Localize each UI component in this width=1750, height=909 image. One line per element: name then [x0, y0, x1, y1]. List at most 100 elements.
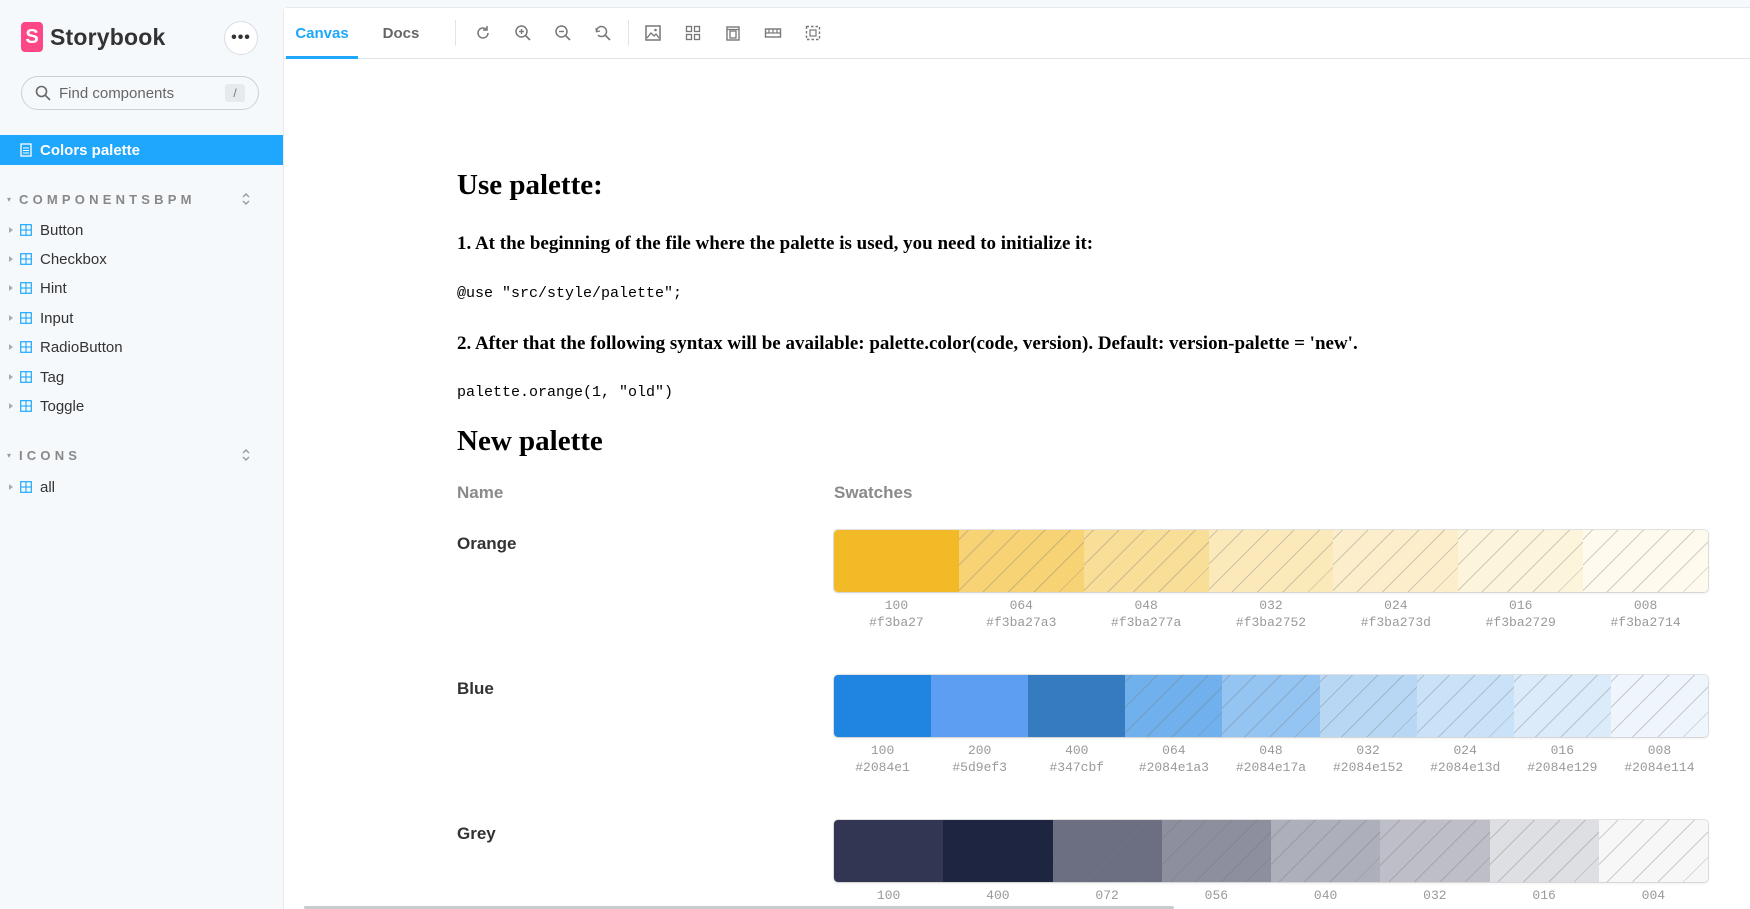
- component-icon: [20, 253, 32, 265]
- swatch-label: 048 #2084e17a: [1222, 742, 1319, 776]
- storybook-logo-icon: S: [21, 22, 43, 52]
- swatch-label: 004: [1599, 887, 1708, 904]
- swatch-code: 400: [986, 888, 1010, 903]
- caret-right-icon: [9, 256, 13, 262]
- color-swatch: [1333, 530, 1459, 592]
- zoom-out-button[interactable]: [553, 23, 573, 43]
- caret-right-icon: [9, 227, 13, 233]
- search-input[interactable]: Find components /: [21, 76, 259, 110]
- step-2-text: 2. After that the following syntax will …: [457, 333, 1358, 354]
- swatch-label: 400 #347cbf: [1028, 742, 1125, 776]
- component-icon: [20, 371, 32, 383]
- color-swatch: [1028, 675, 1126, 737]
- measure-button[interactable]: [763, 23, 783, 43]
- color-swatch: [1513, 675, 1611, 737]
- swatch-label: 064 #f3ba27a3: [959, 597, 1084, 631]
- swatch-code: 064: [1162, 743, 1186, 758]
- color-swatch: [1458, 530, 1584, 592]
- caret-right-icon: [9, 315, 13, 321]
- sidebar-item-label: Hint: [40, 279, 67, 297]
- swatch-hex: #2084e129: [1527, 760, 1598, 775]
- tab-docs[interactable]: Docs: [374, 8, 428, 58]
- zoom-reset-icon: [595, 25, 611, 41]
- caret-right-icon: [9, 484, 13, 490]
- more-options-icon: •••: [231, 29, 251, 46]
- caret-down-icon: ▾: [7, 194, 12, 204]
- sidebar-item-radiobutton[interactable]: RadioButton: [0, 334, 284, 360]
- swatch-hex: #f3ba2714: [1610, 615, 1681, 630]
- sidebar-item-colors-palette[interactable]: Colors palette: [0, 135, 284, 165]
- sidebar-menu-button[interactable]: •••: [224, 21, 258, 55]
- swatch-code: 008: [1633, 598, 1658, 613]
- swatch-labels-orange: 100 #f3ba27 064 #f3ba27a3 048 #f3ba277a 032…: [834, 597, 1708, 631]
- color-swatch: [1083, 530, 1209, 592]
- color-swatch: [1222, 675, 1320, 737]
- caret-right-icon: [9, 344, 13, 350]
- caret-right-icon: [9, 403, 13, 409]
- tab-canvas[interactable]: Canvas: [286, 8, 358, 59]
- zoom-in-button[interactable]: [513, 23, 533, 43]
- swatch-label: 072: [1053, 887, 1162, 904]
- outline-button[interactable]: [803, 23, 823, 43]
- sidebar-item-tag[interactable]: Tag: [0, 364, 284, 390]
- heading-use-palette: Use palette:: [457, 169, 603, 201]
- swatch-hex: #f3ba2729: [1485, 615, 1556, 630]
- swatch-hex: #f3ba273d: [1360, 615, 1431, 630]
- swatch-hex: #5d9ef3: [952, 760, 1007, 775]
- swatch-code: 040: [1313, 888, 1338, 903]
- sidebar-item-button[interactable]: Button: [0, 217, 284, 243]
- sidebar-item-all[interactable]: all: [0, 474, 284, 500]
- color-swatch: [1208, 530, 1334, 592]
- color-swatch: [834, 530, 959, 592]
- storybook-brand[interactable]: S Storybook: [21, 22, 166, 52]
- grid-button[interactable]: [683, 23, 703, 43]
- search-icon: [35, 85, 51, 101]
- grid-icon: [685, 25, 701, 41]
- color-swatch: [1610, 675, 1708, 737]
- swatch-code: 016: [1550, 743, 1575, 758]
- swatch-hex: #f3ba27: [869, 615, 924, 630]
- swatch-hex: #347cbf: [1049, 760, 1105, 775]
- toolbar-divider: [628, 20, 629, 46]
- swatch-bar-orange: [834, 530, 1708, 592]
- sidebar-item-toggle[interactable]: Toggle: [0, 393, 284, 419]
- swatch-label: 040: [1271, 887, 1380, 904]
- expand-collapse-icon[interactable]: [240, 447, 252, 463]
- main-panel: Canvas Docs Use palette: 1. At the begin…: [284, 8, 1750, 909]
- swatch-label: 048 #f3ba277a: [1084, 597, 1209, 631]
- column-header-name: Name: [457, 483, 504, 502]
- swatch-code: 056: [1204, 888, 1229, 903]
- color-swatch: [834, 820, 944, 882]
- sidebar: S Storybook ••• Find components / Colors…: [0, 0, 284, 909]
- swatch-code: 008: [1647, 743, 1672, 758]
- swatch-label: 100 #2084e1: [834, 742, 931, 776]
- swatch-code: 400: [1065, 743, 1089, 758]
- sidebar-item-label: Toggle: [40, 397, 85, 415]
- heading-new-palette: New palette: [457, 425, 603, 457]
- palette-name-orange: Orange: [457, 534, 517, 553]
- background-button[interactable]: [643, 23, 663, 43]
- sidebar-item-input[interactable]: Input: [0, 305, 284, 331]
- sidebar-item-hint[interactable]: Hint: [0, 275, 284, 301]
- measure-icon: [764, 28, 782, 38]
- color-swatch: [1319, 675, 1417, 737]
- color-swatch: [1489, 820, 1599, 882]
- swatch-label: 016 #f3ba2729: [1458, 597, 1583, 631]
- swatch-label: 100: [834, 887, 943, 904]
- reload-button[interactable]: [473, 23, 493, 43]
- swatch-hex: #2084e114: [1624, 760, 1695, 775]
- swatch-label: 008 #f3ba2714: [1583, 597, 1708, 631]
- swatch-code: 200: [967, 743, 992, 758]
- sidebar-item-label: RadioButton: [40, 338, 123, 356]
- expand-collapse-icon[interactable]: [240, 191, 252, 207]
- palette-name-blue: Blue: [457, 679, 494, 698]
- component-icon: [20, 481, 32, 493]
- swatch-code: 016: [1532, 888, 1556, 903]
- sidebar-item-checkbox[interactable]: Checkbox: [0, 246, 284, 272]
- viewport-button[interactable]: [723, 23, 743, 43]
- zoom-reset-button[interactable]: [593, 23, 613, 43]
- sidebar-group-componentsbpm[interactable]: ▾ COMPONENTSBPM: [0, 187, 284, 211]
- sidebar-item-label: Colors palette: [40, 141, 141, 159]
- swatch-hex: #f3ba2752: [1235, 615, 1307, 630]
- sidebar-group-icons[interactable]: ▾ ICONS: [0, 443, 284, 467]
